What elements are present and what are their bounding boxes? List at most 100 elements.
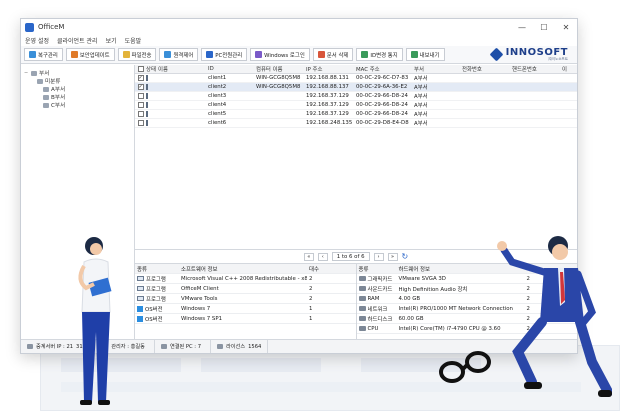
column-header[interactable]: 소프트웨어 정보 xyxy=(179,265,307,273)
software-count: 1 xyxy=(309,315,313,322)
column-header[interactable]: 이 xyxy=(560,65,570,73)
tree-node-label: C부서 xyxy=(51,103,66,109)
column-header[interactable]: 컴퓨터 이름 xyxy=(254,65,304,73)
toolbar-button[interactable]: 문서 삭제 xyxy=(312,48,354,61)
software-info: Windows 7 xyxy=(181,305,211,312)
tree-node[interactable]: C부서 xyxy=(24,101,131,109)
innosoft-logo: INNOSOFT ㈜이노소프트 xyxy=(489,47,574,62)
restore-icon xyxy=(29,51,36,58)
client-row[interactable]: client3 192.168.37.129 00-0C-29-66-D8-24 A부… xyxy=(135,92,577,101)
cell-dept: A부서 xyxy=(414,85,428,91)
hardware-kind: 네트워크 xyxy=(367,306,388,313)
tree-node[interactable]: A부서 xyxy=(24,85,131,93)
software-kind: 프로그램 xyxy=(146,296,166,303)
export-icon xyxy=(410,51,418,58)
maximize-button[interactable]: ☐ xyxy=(533,23,555,32)
toolbar-button[interactable]: ID변경 통지 xyxy=(356,48,403,61)
cell-id: client3 xyxy=(208,93,227,99)
cell-ip: 192.168.37.129 xyxy=(306,93,349,99)
column-header[interactable]: 핸드폰번호 xyxy=(510,65,560,73)
column-header[interactable]: 종류 xyxy=(135,265,179,273)
menu-item[interactable]: 도움말 xyxy=(125,36,142,45)
row-checkbox[interactable] xyxy=(137,93,144,99)
column-header[interactable]: 상태 xyxy=(144,65,156,73)
status-icon xyxy=(217,344,224,349)
cell-mac: 00-0C-29-6A-36-E2 xyxy=(356,84,408,90)
cell-mac: 00-0C-29-66-D8-24 xyxy=(356,93,408,99)
row-checkbox[interactable] xyxy=(137,102,144,108)
toolbar-button[interactable]: PC전원관리 xyxy=(201,48,248,61)
column-header[interactable]: ID xyxy=(206,66,254,72)
client-row[interactable]: client4 192.168.37.129 00-0C-29-66-D8-24 A부… xyxy=(135,101,577,110)
tree-node[interactable]: − 부서 xyxy=(24,69,131,77)
menu-item[interactable]: 보기 xyxy=(106,36,117,45)
software-row[interactable]: 프로그램 OfficeM Client 2 xyxy=(135,284,356,294)
toolbar: 복구관리 보안업데이트 파일전송 원격제어 PC전원관리 Windows 로그인 문서 삭제… xyxy=(21,46,577,64)
toolbar-button[interactable]: 내보내기 xyxy=(405,48,445,61)
software-count: 2 xyxy=(309,285,313,292)
toolbar-button[interactable]: 파일전송 xyxy=(117,48,157,61)
status-item: 라이선스 1564 xyxy=(211,340,269,353)
doc-delete-icon xyxy=(317,51,325,58)
software-row[interactable]: OS버전 Windows 7 SP1 1 xyxy=(135,314,356,324)
cell-dept: A부서 xyxy=(414,94,428,100)
client-row[interactable]: client5 192.168.37.129 00-0C-29-66-D8-24 A부… xyxy=(135,110,577,119)
cell-mac: 00-0C-29-66-D8-24 xyxy=(356,111,408,117)
row-checkbox[interactable] xyxy=(137,120,144,126)
software-count: 2 xyxy=(309,295,313,302)
woman-illustration xyxy=(78,237,112,405)
remote-control-icon xyxy=(164,51,172,58)
software-row[interactable]: 프로그램 Microsoft Visual C++ 2008 Redistribu… xyxy=(135,274,356,284)
next-page-button[interactable]: › xyxy=(373,252,384,261)
software-row[interactable]: OS버전 Windows 7 1 xyxy=(135,304,356,314)
toolbar-button[interactable]: 복구관리 xyxy=(24,48,63,61)
software-row[interactable]: 프로그램 VMware Tools 2 xyxy=(135,294,356,304)
row-checkbox[interactable]: ✓ xyxy=(137,75,144,81)
hardware-icon xyxy=(358,276,366,281)
toolbar-button-label: 파일전송 xyxy=(131,52,152,59)
column-header[interactable]: 대수 xyxy=(307,265,337,273)
hardware-icon xyxy=(358,286,366,291)
cell-id: client2 xyxy=(208,84,227,90)
last-page-button[interactable]: » xyxy=(387,252,398,261)
toolbar-button[interactable]: 보안업데이트 xyxy=(65,48,115,61)
toolbar-button-label: ID변경 통지 xyxy=(370,52,398,59)
menu-item[interactable]: 운영 설정 xyxy=(25,36,49,45)
toolbar-button[interactable]: 원격제어 xyxy=(159,48,199,61)
client-row[interactable]: ✓ client2 WIN-GCG8Q5M8 192.168.88.137 00-0C-… xyxy=(135,83,577,92)
prev-page-button[interactable]: ‹ xyxy=(317,252,328,261)
tree-expander[interactable]: − xyxy=(24,70,29,76)
column-header[interactable]: IP 주소 xyxy=(304,65,354,73)
cell-dept: A부서 xyxy=(414,76,428,82)
tree-node[interactable]: 미분류 xyxy=(24,77,131,85)
toolbar-button[interactable]: Windows 로그인 xyxy=(250,48,310,61)
client-row[interactable]: client6 192.168.248.135 00-0C-29-D8-E4-D8 A… xyxy=(135,119,577,128)
power-icon xyxy=(206,51,214,58)
select-all-checkbox[interactable] xyxy=(137,66,144,72)
software-info: OfficeM Client xyxy=(181,285,219,292)
toolbar-button-label: 보안업데이트 xyxy=(79,52,110,59)
windows-icon xyxy=(137,315,143,322)
folder-icon xyxy=(43,86,49,92)
id-change-icon xyxy=(361,51,369,58)
status-label: 라이선스 xyxy=(226,344,246,350)
status-label: 연결된 PC : 7 xyxy=(169,344,202,350)
column-header[interactable]: 부서 xyxy=(412,65,460,73)
toolbar-button-label: 원격제어 xyxy=(173,52,194,59)
tree-node[interactable]: B부서 xyxy=(24,93,131,101)
refresh-icon[interactable]: ↻ xyxy=(402,252,409,261)
column-header[interactable]: 이름 xyxy=(156,65,206,73)
program-icon xyxy=(137,276,144,281)
software-kind: 프로그램 xyxy=(146,276,166,283)
row-checkbox[interactable] xyxy=(137,111,144,117)
first-page-button[interactable]: « xyxy=(303,252,314,261)
close-button[interactable]: ✕ xyxy=(555,23,577,32)
row-checkbox[interactable]: ✓ xyxy=(137,84,144,90)
minimize-button[interactable]: — xyxy=(511,23,533,32)
folder-icon xyxy=(37,78,43,84)
column-header[interactable]: 전화번호 xyxy=(460,65,510,73)
column-header[interactable]: 종류 xyxy=(357,265,397,273)
column-header[interactable]: MAC 주소 xyxy=(354,65,412,73)
client-row[interactable]: ✓ client1 WIN-GCG8Q5M8 192.168.88.131 00-0C-… xyxy=(135,74,577,83)
menu-item[interactable]: 클라이언트 관리 xyxy=(57,36,98,45)
